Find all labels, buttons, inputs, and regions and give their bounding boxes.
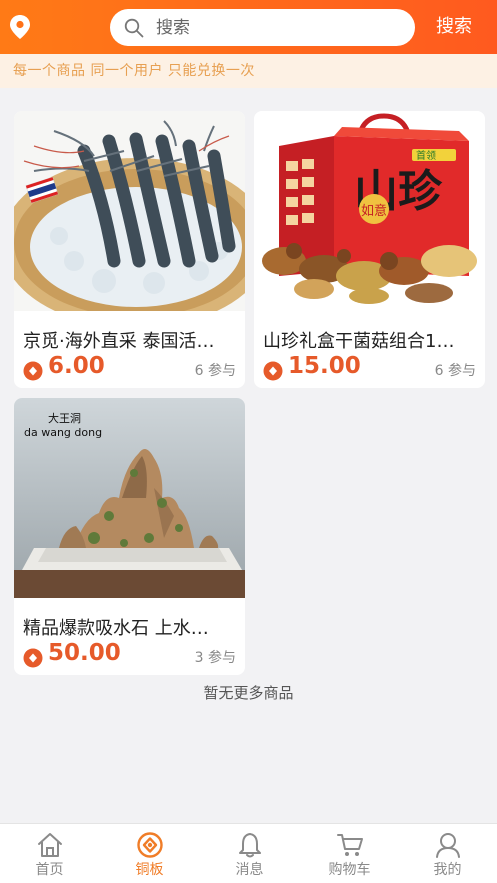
product-price: 15.00 [288,353,361,379]
product-price: 6.00 [48,353,105,379]
search-box[interactable] [110,9,415,46]
no-more-items-text: 暂无更多商品 [203,684,294,702]
tab-label: 消息 [235,862,264,878]
home-icon [38,833,62,857]
product-image-mushroom-gift-box: 首领 山珍 如意 [254,111,485,311]
product-title: 精品爆款吸水石 上水… [23,618,209,639]
search-icon [124,18,144,38]
product-title: 山珍礼盒干菌菇组合1… [263,331,455,352]
tab-profile[interactable]: 我的 [398,824,497,883]
coin-icon [263,361,283,381]
product-price: 50.00 [48,640,121,666]
header-bar: 搜索 [0,0,497,54]
bell-icon [239,833,261,858]
product-card[interactable]: 大王洞 da wang dong 精品爆款吸水石 上水… 50.00 3 参与 [14,398,245,675]
tab-coins[interactable]: 铜板 [100,824,199,883]
search-button[interactable]: 搜索 [425,12,483,42]
rock-name-cn: 大王洞 [48,411,81,425]
participant-count: 3 参与 [194,650,236,666]
coin-icon [23,361,43,381]
tab-label: 铜板 [135,862,164,878]
product-card[interactable]: 京觅·海外直采 泰国活… 6.00 6 参与 [14,111,245,388]
cart-icon [337,834,363,856]
notice-bar: 每一个商品 同一个用户 只能兑换一次 [0,54,497,88]
user-icon [436,833,460,858]
box-seal-text: 如意 [361,203,387,219]
product-image-rockery-bonsai: 大王洞 da wang dong [14,398,245,598]
box-brand-text: 首领 [416,149,436,162]
product-image-shrimp [14,111,245,311]
product-card[interactable]: 首领 山珍 如意 山珍礼盒干菌菇组合1… 15.00 6 参与 [254,111,485,388]
tab-home[interactable]: 首页 [0,824,99,883]
page: 搜索 每一个商品 同一个用户 只能兑换一次 [0,0,497,883]
tab-cart[interactable]: 购物车 [300,824,399,883]
coin-icon [137,832,163,858]
tab-messages[interactable]: 消息 [200,824,299,883]
tab-label: 我的 [433,862,462,878]
participant-count: 6 参与 [434,363,476,379]
tab-label: 购物车 [328,862,371,878]
location-pin-icon[interactable] [9,14,31,40]
tab-label: 首页 [35,862,64,878]
rock-name-en: da wang dong [24,426,102,439]
participant-count: 6 参与 [194,363,236,379]
search-input[interactable] [156,15,396,40]
product-title: 京觅·海外直采 泰国活… [23,331,215,352]
coin-icon [23,648,43,668]
bottom-tab-bar: 首页 铜板 消息 购物车 我的 [0,823,497,883]
